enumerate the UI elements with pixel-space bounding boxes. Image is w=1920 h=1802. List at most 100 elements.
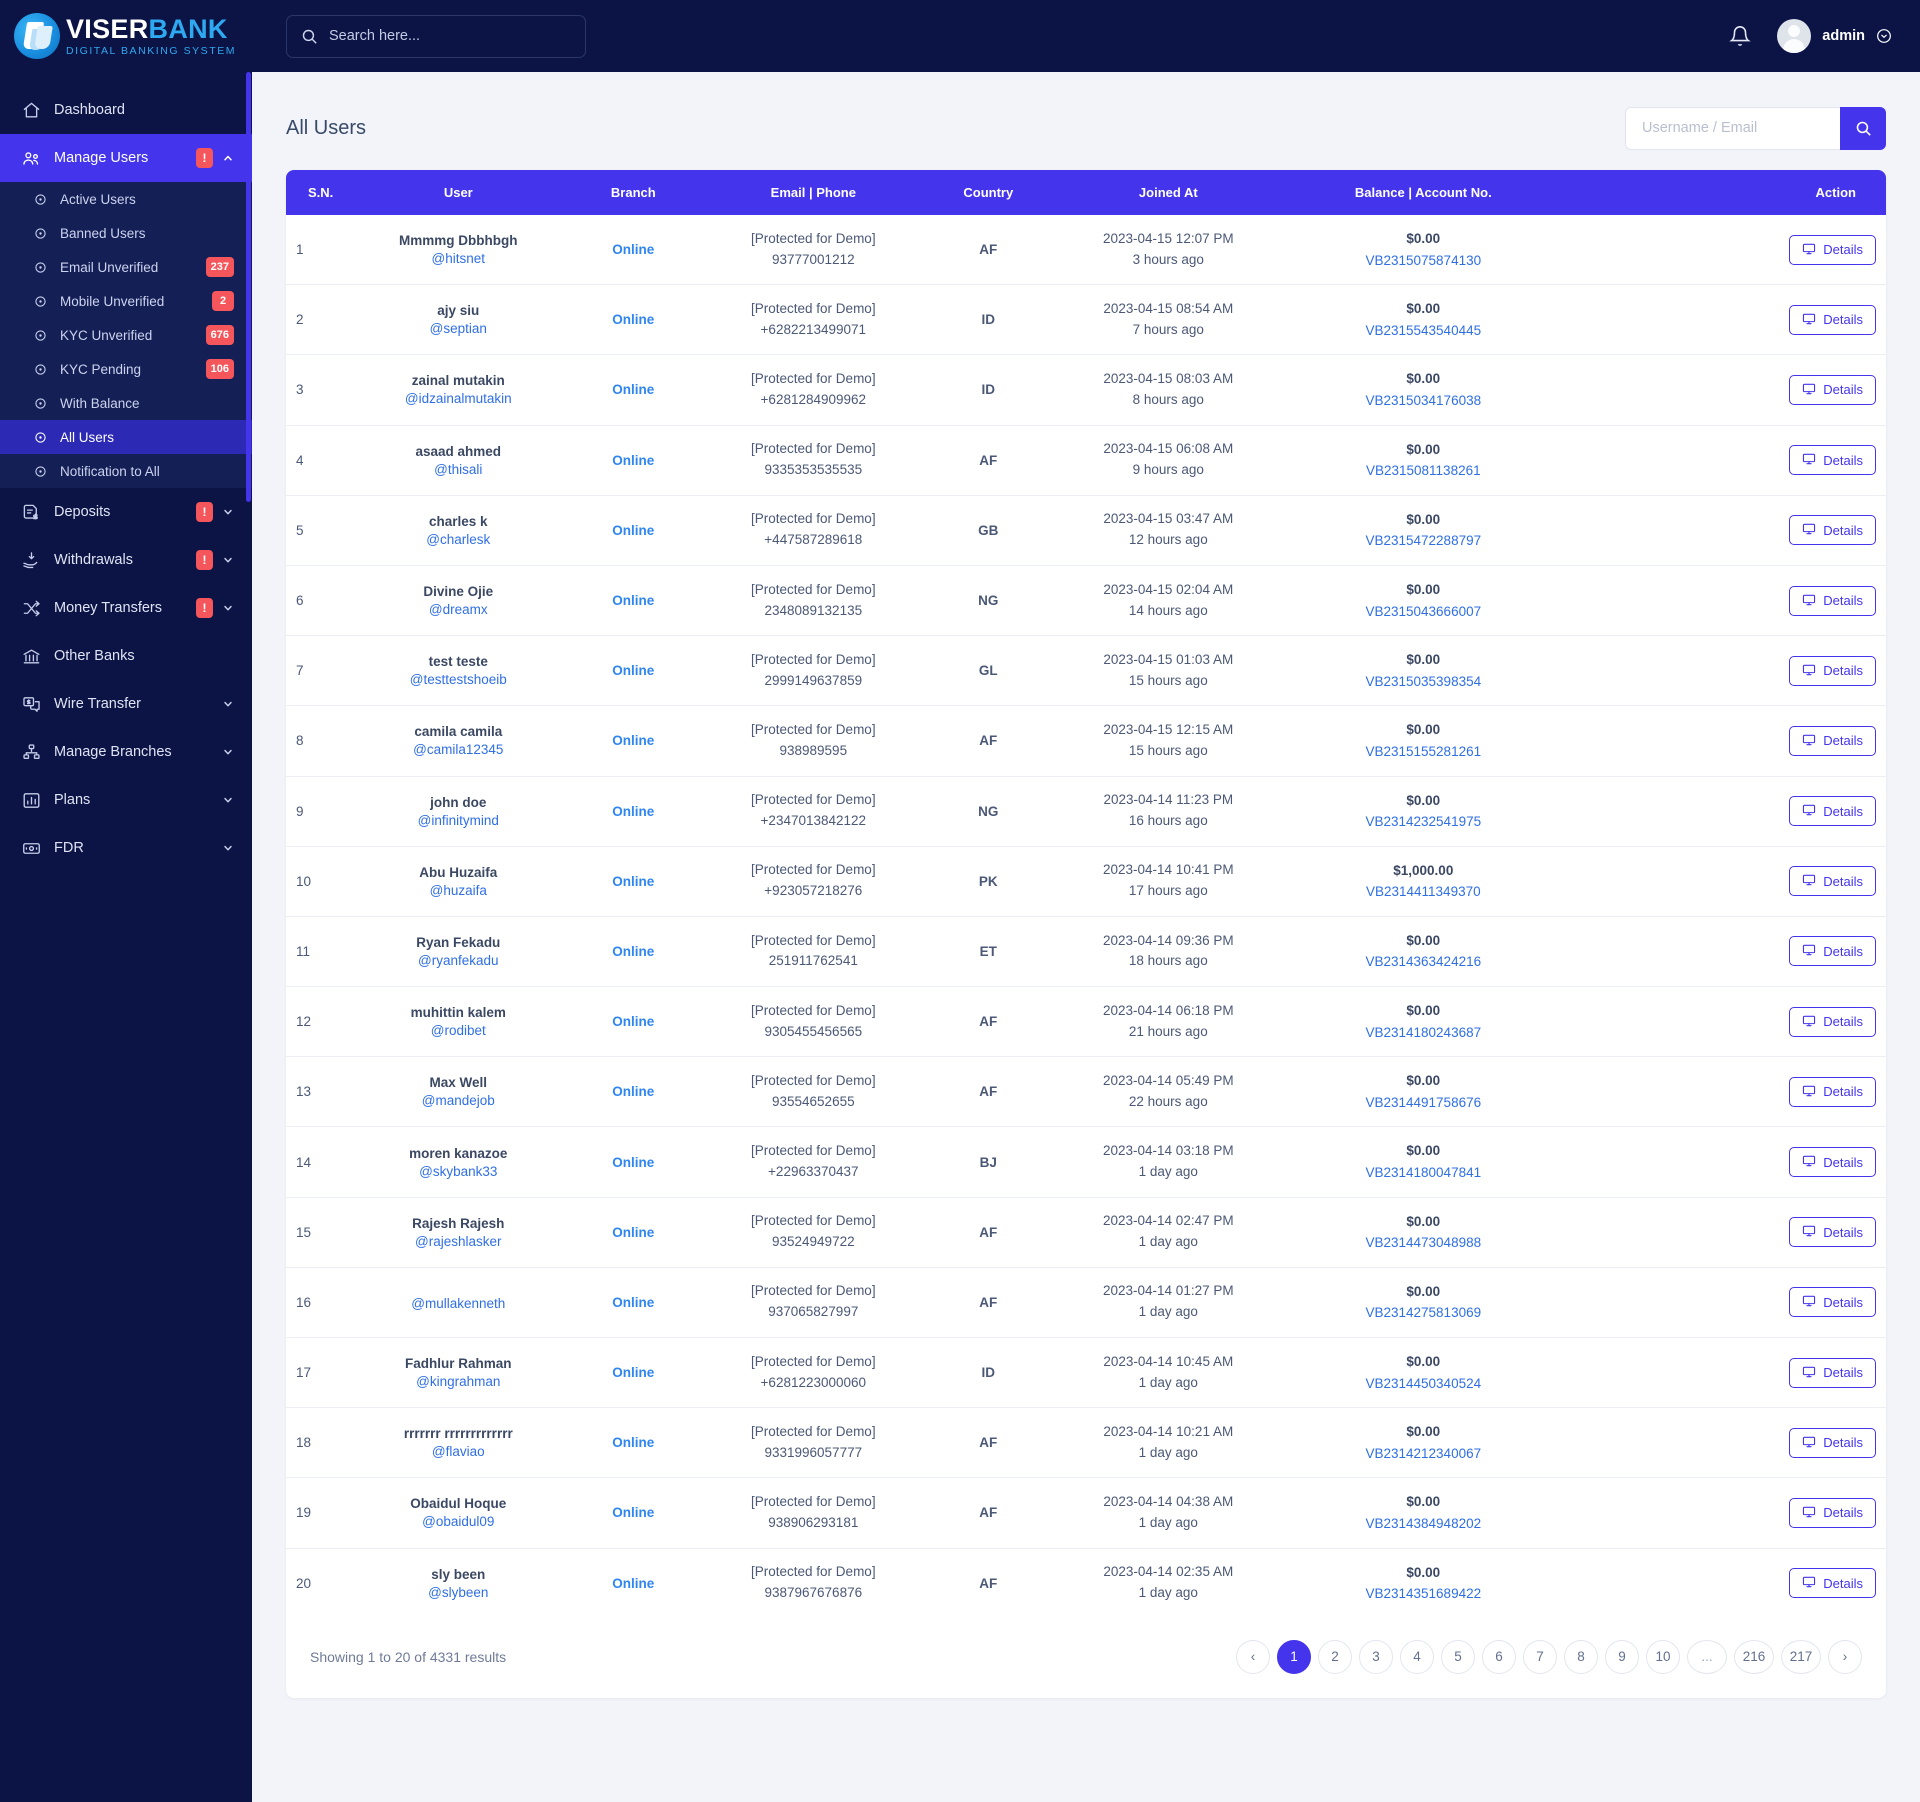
details-button[interactable]: Details <box>1789 1217 1876 1248</box>
pagination-page-9[interactable]: 9 <box>1605 1639 1639 1674</box>
details-button[interactable]: Details <box>1789 1006 1876 1037</box>
account-number-link[interactable]: VB2315543540445 <box>1303 320 1543 342</box>
pagination-page-1[interactable]: 1 <box>1277 1639 1311 1674</box>
details-button[interactable]: Details <box>1789 1357 1876 1388</box>
sidebar-scrollbar-thumb[interactable] <box>246 72 251 502</box>
user-username-link[interactable]: @camila12345 <box>353 742 563 757</box>
account-number-link[interactable]: VB2315075874130 <box>1303 250 1543 272</box>
details-button[interactable]: Details <box>1789 585 1876 616</box>
user-username-link[interactable]: @mandejob <box>353 1093 563 1108</box>
user-username-link[interactable]: @infinitymind <box>353 813 563 828</box>
chevron-down-icon[interactable] <box>222 554 234 566</box>
chevron-down-icon[interactable] <box>222 842 234 854</box>
sidebar-subitem-email-unverified[interactable]: Email Unverified 237 <box>0 250 252 284</box>
pagination-page-4[interactable]: 4 <box>1400 1639 1434 1674</box>
user-username-link[interactable]: @septian <box>353 321 563 336</box>
user-username-link[interactable]: @mullakenneth <box>353 1296 563 1311</box>
details-button[interactable]: Details <box>1789 445 1876 476</box>
details-button[interactable]: Details <box>1789 1568 1876 1599</box>
user-username-link[interactable]: @dreamx <box>353 602 563 617</box>
account-number-link[interactable]: VB2314491758676 <box>1303 1092 1543 1114</box>
details-button[interactable]: Details <box>1789 1427 1876 1458</box>
sidebar-item-manage-branches[interactable]: Manage Branches <box>0 728 252 776</box>
user-username-link[interactable]: @obaidul09 <box>353 1514 563 1529</box>
account-number-link[interactable]: VB2314384948202 <box>1303 1513 1543 1535</box>
user-username-link[interactable]: @rajeshlasker <box>353 1234 563 1249</box>
user-username-link[interactable]: @kingrahman <box>353 1374 563 1389</box>
sidebar-subitem-with-balance[interactable]: With Balance <box>0 386 252 420</box>
user-username-link[interactable]: @idzainalmutakin <box>353 391 563 406</box>
sidebar-item-wire-transfer[interactable]: Wire Transfer <box>0 680 252 728</box>
user-username-link[interactable]: @slybeen <box>353 1585 563 1600</box>
sidebar-subitem-banned-users[interactable]: Banned Users <box>0 216 252 250</box>
chevron-down-icon[interactable] <box>222 746 234 758</box>
chevron-down-circle-icon[interactable] <box>1876 28 1892 44</box>
account-number-link[interactable]: VB2314232541975 <box>1303 811 1543 833</box>
details-button[interactable]: Details <box>1789 1287 1876 1318</box>
account-number-link[interactable]: VB2314180243687 <box>1303 1022 1543 1044</box>
user-username-link[interactable]: @hitsnet <box>353 251 563 266</box>
user-username-link[interactable]: @charlesk <box>353 532 563 547</box>
account-number-link[interactable]: VB2314180047841 <box>1303 1162 1543 1184</box>
details-button[interactable]: Details <box>1789 515 1876 546</box>
user-search-input[interactable] <box>1625 106 1840 150</box>
pagination-page-2[interactable]: 2 <box>1318 1639 1352 1674</box>
pagination-page-217[interactable]: 217 <box>1781 1639 1821 1674</box>
global-search[interactable] <box>286 14 586 58</box>
user-menu[interactable]: admin <box>1777 19 1892 53</box>
sidebar-item-money-transfers[interactable]: Money Transfers! <box>0 584 252 632</box>
pagination-page-5[interactable]: 5 <box>1441 1639 1475 1674</box>
user-username-link[interactable]: @huzaifa <box>353 883 563 898</box>
account-number-link[interactable]: VB2315035398354 <box>1303 671 1543 693</box>
account-number-link[interactable]: VB2314275813069 <box>1303 1302 1543 1324</box>
pagination-page-6[interactable]: 6 <box>1482 1639 1516 1674</box>
user-username-link[interactable]: @flaviao <box>353 1444 563 1459</box>
chevron-down-icon[interactable] <box>222 506 234 518</box>
user-username-link[interactable]: @rodibet <box>353 1023 563 1038</box>
details-button[interactable]: Details <box>1789 1497 1876 1528</box>
pagination-page-216[interactable]: 216 <box>1734 1639 1774 1674</box>
sidebar-subitem-kyc-pending[interactable]: KYC Pending 106 <box>0 352 252 386</box>
pagination-page-7[interactable]: 7 <box>1523 1639 1557 1674</box>
chevron-up-icon[interactable] <box>222 152 234 164</box>
pagination-next[interactable]: › <box>1828 1639 1862 1674</box>
brand-logo-block[interactable]: VISERBANK DIGITAL BANKING SYSTEM <box>0 0 252 72</box>
sidebar-item-plans[interactable]: Plans <box>0 776 252 824</box>
details-button[interactable]: Details <box>1789 374 1876 405</box>
details-button[interactable]: Details <box>1789 936 1876 967</box>
sidebar-subitem-mobile-unverified[interactable]: Mobile Unverified 2 <box>0 284 252 318</box>
sidebar-subitem-notification-to-all[interactable]: Notification to All <box>0 454 252 488</box>
sidebar-item-dashboard[interactable]: Dashboard <box>0 86 252 134</box>
account-number-link[interactable]: VB2314450340524 <box>1303 1373 1543 1395</box>
account-number-link[interactable]: VB2314212340067 <box>1303 1443 1543 1465</box>
account-number-link[interactable]: VB2314351689422 <box>1303 1583 1543 1605</box>
account-number-link[interactable]: VB2314363424216 <box>1303 951 1543 973</box>
chevron-down-icon[interactable] <box>222 698 234 710</box>
pagination-page-10[interactable]: 10 <box>1646 1639 1680 1674</box>
user-search-button[interactable] <box>1840 106 1886 150</box>
details-button[interactable]: Details <box>1789 234 1876 265</box>
details-button[interactable]: Details <box>1789 866 1876 897</box>
sidebar-subitem-kyc-unverified[interactable]: KYC Unverified 676 <box>0 318 252 352</box>
pagination-prev[interactable]: ‹ <box>1236 1639 1270 1674</box>
pagination-page-8[interactable]: 8 <box>1564 1639 1598 1674</box>
notification-bell-icon[interactable] <box>1729 25 1752 47</box>
sidebar-subitem-all-users[interactable]: All Users <box>0 420 252 454</box>
sidebar-scrollbar[interactable] <box>246 72 251 752</box>
account-number-link[interactable]: VB2315081138261 <box>1303 460 1543 482</box>
sidebar-item-deposits[interactable]: Deposits! <box>0 488 252 536</box>
account-number-link[interactable]: VB2315043666007 <box>1303 601 1543 623</box>
user-username-link[interactable]: @skybank33 <box>353 1164 563 1179</box>
account-number-link[interactable]: VB2314473048988 <box>1303 1232 1543 1254</box>
sidebar-item-withdrawals[interactable]: Withdrawals! <box>0 536 252 584</box>
sidebar-item-fdr[interactable]: FDR <box>0 824 252 872</box>
details-button[interactable]: Details <box>1789 796 1876 827</box>
details-button[interactable]: Details <box>1789 725 1876 756</box>
user-username-link[interactable]: @thisali <box>353 462 563 477</box>
pagination-page-3[interactable]: 3 <box>1359 1639 1393 1674</box>
user-username-link[interactable]: @ryanfekadu <box>353 953 563 968</box>
sidebar-item-other-banks[interactable]: Other Banks <box>0 632 252 680</box>
global-search-input[interactable] <box>329 28 571 44</box>
details-button[interactable]: Details <box>1789 1076 1876 1107</box>
sidebar-subitem-active-users[interactable]: Active Users <box>0 182 252 216</box>
